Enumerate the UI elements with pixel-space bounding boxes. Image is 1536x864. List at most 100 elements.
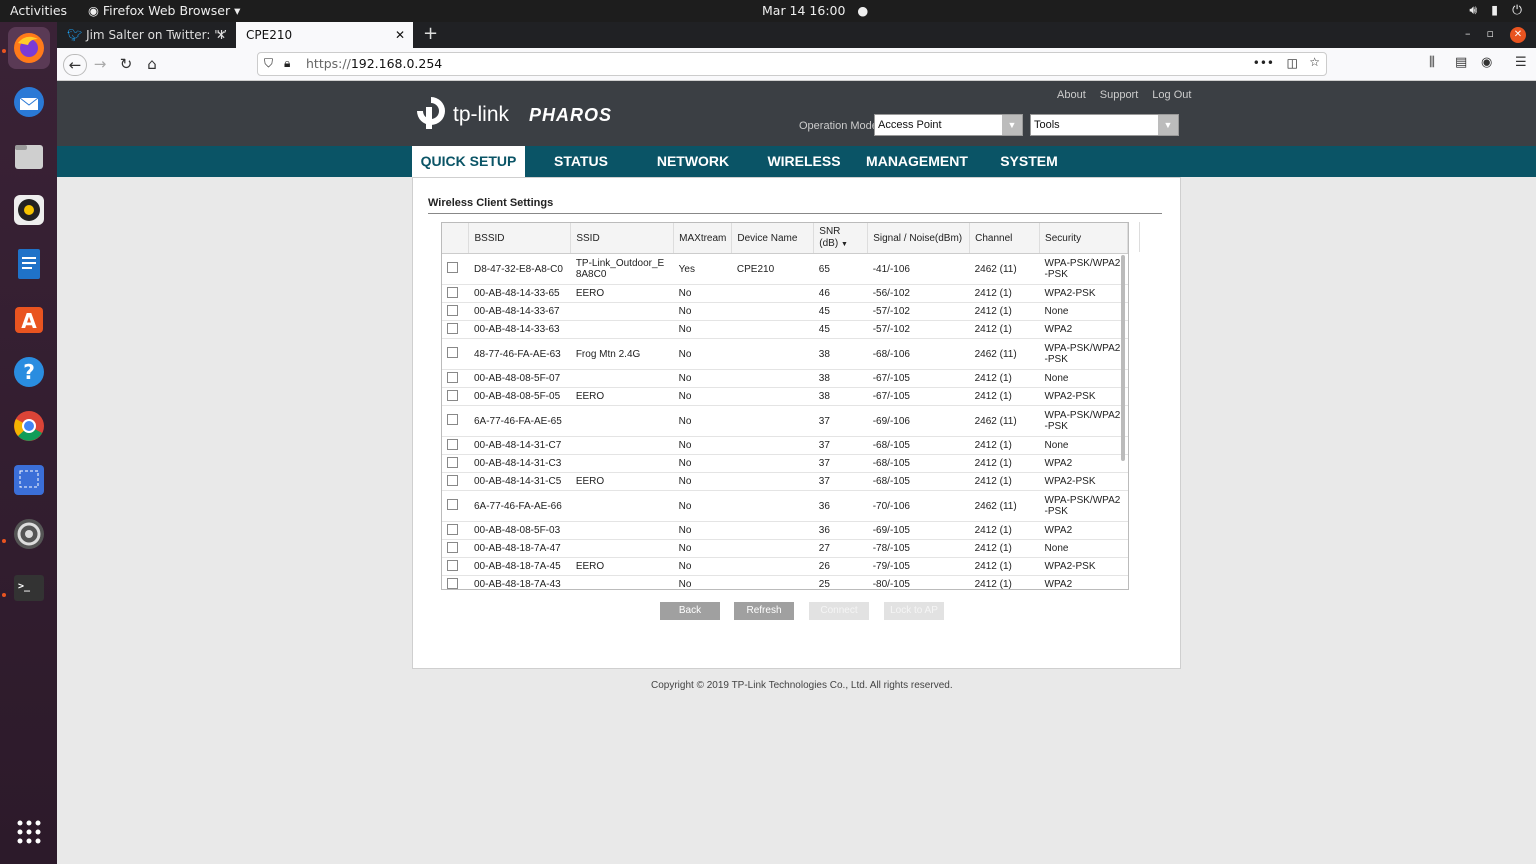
table-row[interactable]: 00-AB-48-14-33-67 No 45 -57/-102 2412 (1) Non… — [442, 302, 1128, 321]
column-header: Security — [1039, 223, 1128, 254]
firefox-icon[interactable] — [8, 27, 50, 69]
row-checkbox[interactable] — [447, 322, 458, 334]
window-close-button[interactable]: ✕ — [1510, 27, 1526, 43]
row-checkbox[interactable] — [447, 347, 458, 358]
row-checkbox[interactable] — [447, 389, 458, 401]
select-all-column — [442, 223, 470, 254]
files-icon[interactable] — [8, 135, 50, 177]
row-checkbox[interactable] — [447, 438, 458, 450]
tab-close-icon[interactable]: ✕ — [395, 22, 405, 48]
table-row[interactable]: 00-AB-48-14-31-C5 EERO No 37 -68/-105 2412 (1… — [442, 472, 1128, 491]
screenshot-icon[interactable] — [8, 459, 50, 501]
show-apps-icon[interactable] — [8, 811, 50, 853]
table-cell: 36 — [813, 490, 868, 522]
menu-system[interactable]: SYSTEM — [994, 146, 1064, 177]
row-checkbox[interactable] — [447, 523, 458, 535]
table-row[interactable]: 00-AB-48-14-33-65 EERO No 46 -56/-102 2412 (1… — [442, 284, 1128, 303]
new-tab-button[interactable]: + — [423, 22, 438, 46]
terminal-icon[interactable]: >_ — [8, 567, 50, 609]
table-row[interactable]: 00-AB-48-18-7A-47 No 27 -78/-105 2412 (1) Non… — [442, 539, 1128, 558]
ap-list-table-container[interactable]: BSSID SSID MAXtream Device Name SNR (dB)… — [441, 222, 1129, 590]
url-text[interactable]: https://192.168.0.254 — [306, 56, 442, 71]
maximize-button[interactable]: ▫ — [1487, 27, 1494, 43]
row-checkbox[interactable] — [447, 474, 458, 486]
table-row[interactable]: 00-AB-48-14-31-C3 No 37 -68/-105 2412 (1) WPA… — [442, 454, 1128, 473]
tools-select[interactable]: Tools ▼ — [1030, 114, 1179, 136]
activities-button[interactable]: Activities — [10, 3, 67, 18]
table-row[interactable]: 00-AB-48-08-5F-03 No 36 -69/-105 2412 (1) WPA… — [442, 521, 1128, 540]
menu-management[interactable]: MANAGEMENT — [862, 146, 972, 177]
menu-network[interactable]: NETWORK — [649, 146, 737, 177]
about-link[interactable]: About — [1057, 89, 1086, 101]
app-menu[interactable]: ◉ Firefox Web Browser ▾ — [88, 3, 240, 18]
row-checkbox[interactable] — [447, 286, 458, 298]
url-bar[interactable]: ⛉ 🔒︎ https://192.168.0.254 ••• ◫ ☆ — [257, 52, 1327, 76]
sidebar-icon[interactable]: ▤ — [1455, 55, 1467, 70]
row-checkbox[interactable] — [447, 371, 458, 383]
refresh-button[interactable]: Refresh — [734, 602, 794, 620]
system-tray[interactable]: 🔊︎ ▮ ⏻ — [1469, 2, 1522, 18]
table-row[interactable]: 00-AB-48-08-5F-05 EERO No 38 -67/-105 2412 (1… — [442, 387, 1128, 406]
menu-wireless[interactable]: WIRELESS — [764, 146, 844, 177]
table-scrollbar[interactable] — [1121, 255, 1125, 461]
table-cell: 2412 (1) — [969, 472, 1040, 491]
volume-icon: 🔊︎ — [1469, 2, 1478, 17]
row-checkbox[interactable] — [447, 541, 458, 553]
pocket-icon[interactable]: ◫ — [1287, 56, 1298, 70]
logout-link[interactable]: Log Out — [1152, 89, 1191, 101]
column-header-snr[interactable]: SNR (dB) ▼ — [813, 223, 869, 254]
table-cell: TP-Link_Outdoor_E8A8C0 — [570, 253, 674, 285]
lock-icon[interactable]: 🔒︎ — [284, 56, 290, 71]
menu-status[interactable]: STATUS — [541, 146, 621, 177]
forward-arrow-icon[interactable]: → — [89, 54, 111, 74]
table-row[interactable]: 00-AB-48-18-7A-45 EERO No 26 -79/-105 2412 (1… — [442, 557, 1128, 576]
thunderbird-icon[interactable] — [8, 81, 50, 123]
settings-icon[interactable] — [8, 513, 50, 555]
tab-twitter[interactable]: 🐦︎ Jim Salter on Twitter: "I’ ✕ — [57, 22, 234, 48]
page-actions-icon[interactable]: ••• — [1253, 56, 1274, 70]
support-link[interactable]: Support — [1100, 89, 1139, 101]
home-icon[interactable]: ⌂ — [141, 54, 163, 74]
table-row[interactable]: 6A-77-46-FA-AE-66 No 36 -70/-106 2462 (11) WP… — [442, 490, 1128, 522]
help-icon[interactable]: ? — [8, 351, 50, 393]
back-arrow-icon[interactable]: ← — [63, 54, 87, 76]
menu-quick-setup[interactable]: QUICK SETUP — [412, 146, 525, 177]
operation-mode-label: Operation Mode: — [799, 120, 881, 132]
back-button[interactable]: Back — [660, 602, 720, 620]
lock-to-ap-button[interactable]: Lock to AP — [884, 602, 944, 620]
table-row[interactable]: 6A-77-46-FA-AE-65 No 37 -69/-106 2462 (11) WP… — [442, 405, 1128, 437]
table-row[interactable]: 00-AB-48-14-33-63 No 45 -57/-102 2412 (1) WPA… — [442, 320, 1128, 339]
table-cell: 38 — [813, 369, 868, 388]
rhythmbox-icon[interactable] — [8, 189, 50, 231]
table-cell: 2462 (11) — [969, 338, 1040, 370]
shield-icon[interactable]: ⛉ — [264, 56, 273, 71]
minimize-button[interactable]: – — [1465, 27, 1471, 43]
row-checkbox[interactable] — [447, 304, 458, 316]
operation-mode-select[interactable]: Access Point ▼ — [874, 114, 1023, 136]
twitter-icon: 🐦︎ — [67, 28, 87, 42]
tab-cpe210[interactable]: CPE210 ✕ — [236, 22, 413, 48]
clock[interactable]: Mar 14 16:00 ● — [762, 3, 868, 18]
library-icon[interactable]: ⫼ — [1429, 55, 1435, 70]
table-row[interactable]: 00-AB-48-14-31-C7 No 37 -68/-105 2412 (1) Non… — [442, 436, 1128, 455]
row-checkbox[interactable] — [447, 577, 458, 589]
software-icon[interactable]: A — [8, 297, 50, 339]
row-checkbox[interactable] — [447, 414, 458, 425]
writer-icon[interactable] — [8, 243, 50, 285]
connect-button[interactable]: Connect — [809, 602, 869, 620]
account-icon[interactable]: ◉ — [1481, 55, 1492, 70]
hamburger-menu-icon[interactable]: ☰ — [1515, 55, 1527, 70]
row-checkbox[interactable] — [447, 499, 458, 510]
tab-close-icon[interactable]: ✕ — [216, 22, 226, 48]
table-row[interactable]: D8-47-32-E8-A8-C0 TP-Link_Outdoor_E8A8C0 Y… — [442, 253, 1128, 285]
row-checkbox[interactable] — [447, 456, 458, 468]
row-checkbox[interactable] — [447, 262, 458, 273]
bookmark-star-icon[interactable]: ☆ — [1309, 55, 1320, 69]
row-checkbox[interactable] — [447, 559, 458, 571]
reload-icon[interactable]: ↻ — [115, 54, 137, 74]
table-row[interactable]: 00-AB-48-08-5F-07 No 38 -67/-105 2412 (1) Non… — [442, 369, 1128, 388]
table-row[interactable]: 00-AB-48-18-7A-43 No 25 -80/-105 2412 (1) WPA… — [442, 575, 1128, 589]
table-cell: 6A-77-46-FA-AE-66 — [468, 490, 571, 522]
chrome-icon[interactable] — [8, 405, 50, 447]
table-row[interactable]: 48-77-46-FA-AE-63 Frog Mtn 2.4G No 38 -68/-1… — [442, 338, 1128, 370]
